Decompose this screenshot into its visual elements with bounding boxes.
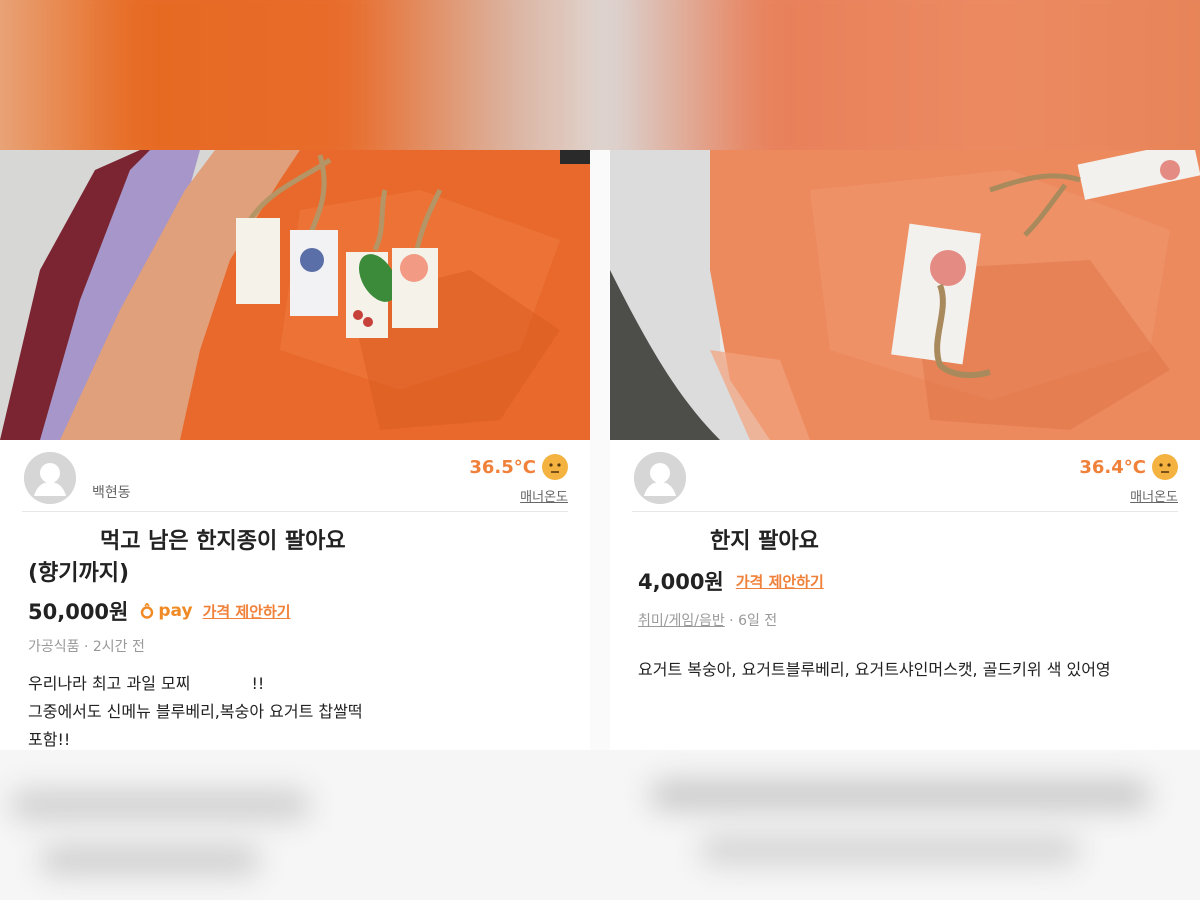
title-line: (향기까지) xyxy=(28,561,130,586)
price-offer-link[interactable]: 가격 제안하기 xyxy=(736,571,824,592)
pay-label: pay xyxy=(158,601,193,621)
carrot-pay-badge: pay xyxy=(140,601,193,621)
description-line: 우리나라 최고 과일 모찌 !! xyxy=(28,674,265,693)
listing-panel-left: 백현동 36.5°C 매너온도 먹고 남은 한지종이 팔아요 (향기까지) 50… xyxy=(0,150,590,750)
panel-divider xyxy=(590,150,610,750)
listing-meta: 가공식품 · 2시간 전 xyxy=(28,639,145,655)
listing-title: 한지 팔아요 xyxy=(710,529,819,554)
avatar-placeholder-icon[interactable] xyxy=(634,452,686,504)
price-row: 4,000원 가격 제안하기 xyxy=(638,566,1200,596)
blurred-top-band xyxy=(0,0,1200,150)
listing-photo-left[interactable] xyxy=(0,150,590,440)
manner-temperature-link[interactable]: 매너온도 xyxy=(1079,486,1178,505)
title-line: 먹고 남은 한지종이 팔아요 xyxy=(100,529,346,554)
temperature-value: 36.5°C xyxy=(469,456,536,478)
listing-meta: 취미/게임/음반 · 6일 전 xyxy=(638,610,1200,630)
description-line: 포함!! xyxy=(28,730,71,749)
price-row: 50,000원 pay 가격 제안하기 xyxy=(28,596,590,626)
seller-row-right: 36.4°C 매너온도 xyxy=(632,440,1178,512)
seller-row-left: 백현동 36.5°C 매너온도 xyxy=(22,440,568,512)
price: 50,000원 xyxy=(28,600,129,624)
description-line: 요거트 복숭아, 요거트블루베리, 요거트샤인머스캣, 골드키위 색 있어영 xyxy=(638,660,1111,679)
listing-photo-right[interactable] xyxy=(610,150,1200,440)
posted-time: · 6일 전 xyxy=(724,613,778,629)
carrot-pay-icon xyxy=(141,603,154,619)
manner-temperature: 36.5°C 매너온도 xyxy=(469,454,568,505)
avatar-placeholder-icon[interactable] xyxy=(24,452,76,504)
seller-location: 백현동 xyxy=(92,485,131,501)
price-offer-link[interactable]: 가격 제안하기 xyxy=(203,601,291,622)
temperature-face-icon xyxy=(542,454,568,480)
manner-temperature: 36.4°C 매너온도 xyxy=(1079,454,1178,505)
listing-panel-right: 36.4°C 매너온도 한지 팔아요 4,000원 가격 제안하기 취미/게임/… xyxy=(610,150,1200,750)
manner-temperature-link[interactable]: 매너온도 xyxy=(469,486,568,505)
listing-description: 요거트 복숭아, 요거트블루베리, 요거트샤인머스캣, 골드키위 색 있어영 xyxy=(638,656,1200,684)
temperature-face-icon xyxy=(1152,454,1178,480)
category-link[interactable]: 취미/게임/음반 xyxy=(638,613,725,629)
listing-description: 우리나라 최고 과일 모찌 !! 그중에서도 신메뉴 블루베리,복숭아 요거트 … xyxy=(28,670,590,750)
blurred-bottom-band xyxy=(0,750,1200,900)
description-line: 그중에서도 신메뉴 블루베리,복숭아 요거트 찹쌀떡 xyxy=(28,702,363,721)
temperature-value: 36.4°C xyxy=(1079,456,1146,478)
price: 4,000원 xyxy=(638,570,724,594)
listing-title: 먹고 남은 한지종이 팔아요 (향기까지) xyxy=(28,526,590,590)
